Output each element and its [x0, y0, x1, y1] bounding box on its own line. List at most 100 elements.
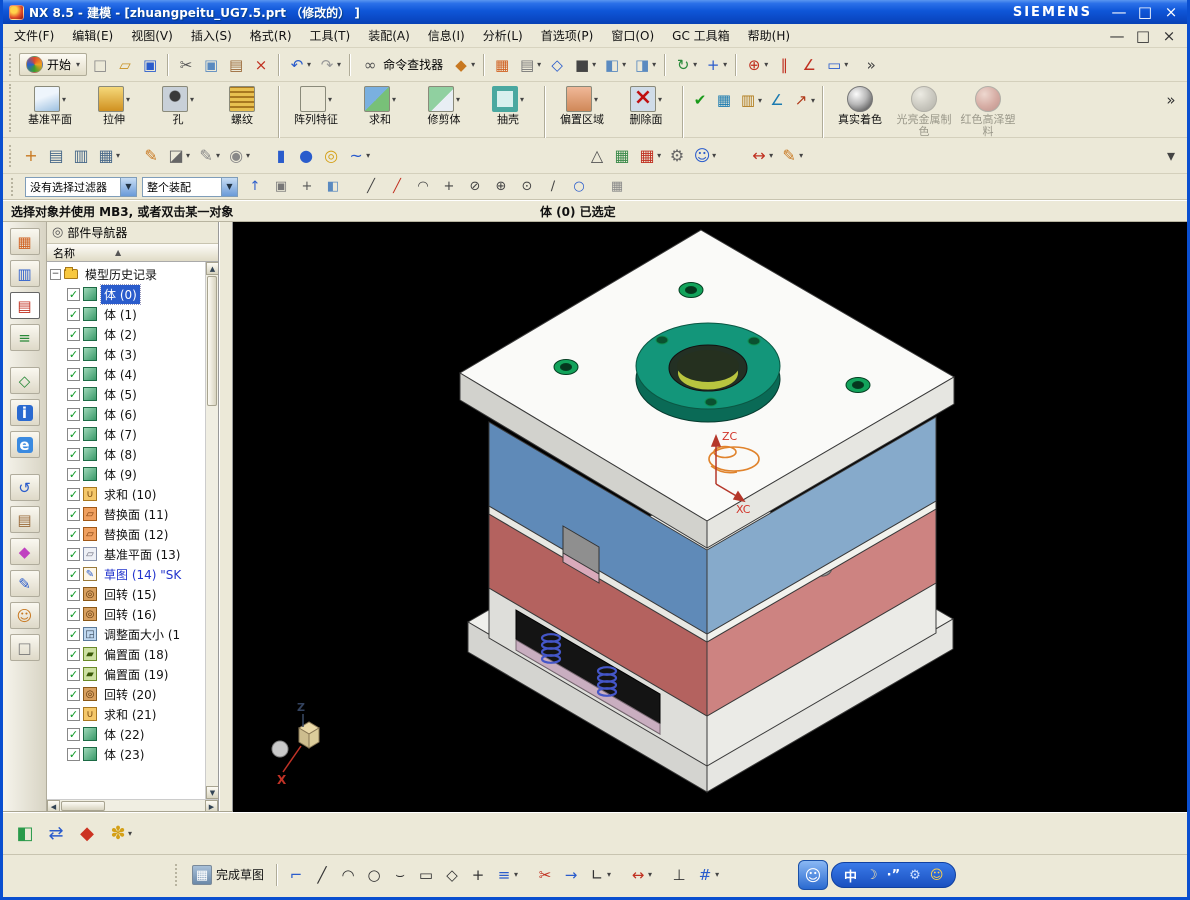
menu-item-12[interactable]: 帮助(H) — [739, 24, 799, 47]
scrollbar-thumb[interactable] — [207, 276, 217, 406]
tree-item[interactable]: ✓◎回转 (16) — [47, 604, 205, 624]
checkbox-checked-icon[interactable]: ✓ — [67, 408, 80, 421]
tree-item[interactable]: ✓体 (23) — [47, 744, 205, 764]
checkbox-checked-icon[interactable]: ✓ — [67, 328, 80, 341]
tree-item[interactable]: ✓体 (0) — [47, 284, 205, 304]
cylinder-tool-icon[interactable]: ▮ — [269, 142, 293, 170]
arc-icon[interactable]: ◠ — [336, 863, 360, 887]
snap-point-existing-icon[interactable]: ∕ — [541, 176, 565, 198]
minimize-button[interactable]: — — [1107, 0, 1131, 24]
tree-item[interactable]: ✓体 (5) — [47, 384, 205, 404]
toolbar-grip[interactable] — [9, 54, 13, 76]
quick-trim-icon[interactable]: ✂ — [533, 863, 557, 887]
checkbox-checked-icon[interactable]: ✓ — [67, 728, 80, 741]
checkbox-checked-icon[interactable]: ✓ — [67, 608, 80, 621]
grid-icon[interactable]: ▦ — [605, 176, 629, 198]
auto-constrain-icon[interactable]: #▾ — [693, 863, 722, 887]
checkbox-checked-icon[interactable]: ✓ — [67, 568, 80, 581]
tree-root-row[interactable]: − 模型历史记录 — [47, 264, 205, 284]
reuse-library-icon[interactable]: ≡ — [10, 324, 40, 351]
roles-icon[interactable]: ☺ — [10, 602, 40, 629]
sketch-tools-icon[interactable]: ✎ — [10, 570, 40, 597]
tree-item[interactable]: ✓▱替换面 (12) — [47, 524, 205, 544]
hd3d-tools-icon[interactable]: ◇ — [10, 367, 40, 394]
collapse-icon[interactable]: − — [50, 269, 61, 280]
edge-select-icon[interactable]: ╱ — [385, 176, 409, 198]
checkbox-checked-icon[interactable]: ✓ — [67, 448, 80, 461]
part-families-icon[interactable]: ▦▾ — [635, 142, 664, 170]
checkbox-checked-icon[interactable]: ✓ — [67, 368, 80, 381]
scroll-down-icon[interactable]: ▼ — [206, 786, 218, 799]
row3-overflow-caret[interactable]: ▾ — [1159, 142, 1183, 170]
tree-item[interactable]: ✓∪求和 (21) — [47, 704, 205, 724]
panel-resize-handle[interactable] — [219, 222, 233, 812]
create-body-icon[interactable]: ◧ — [13, 822, 37, 846]
constraint-navigator-icon[interactable]: ▥ — [10, 260, 40, 287]
checkbox-checked-icon[interactable]: ✓ — [67, 468, 80, 481]
tree-item[interactable]: ✓体 (22) — [47, 724, 205, 744]
vertical-scrollbar[interactable]: ▲ ▼ — [205, 262, 218, 799]
toolbar-grip[interactable] — [11, 178, 15, 196]
sphere-tool-icon[interactable]: ● — [294, 142, 318, 170]
checkbox-checked-icon[interactable]: ✓ — [67, 688, 80, 701]
curve-rule-icon[interactable]: ◠ — [411, 176, 435, 198]
roles-flower-icon[interactable]: ✽▾ — [106, 822, 135, 846]
checkbox-checked-icon[interactable]: ✓ — [67, 648, 80, 661]
tree-item[interactable]: ✓◎回转 (15) — [47, 584, 205, 604]
checkbox-checked-icon[interactable]: ✓ — [67, 388, 80, 401]
polygon-icon[interactable]: ◇ — [440, 863, 464, 887]
line-icon[interactable]: ╱ — [310, 863, 334, 887]
ime-item-2[interactable]: ·” — [887, 868, 900, 883]
ime-item-4[interactable]: ☺ — [930, 868, 944, 883]
checkbox-checked-icon[interactable]: ✓ — [67, 508, 80, 521]
ime-avatar-icon[interactable]: ☺ — [798, 860, 828, 890]
checkbox-checked-icon[interactable]: ✓ — [67, 668, 80, 681]
graphics-viewport[interactable]: ZC XC Z X — [233, 222, 1187, 812]
checkbox-checked-icon[interactable]: ✓ — [67, 708, 80, 721]
menu-item-3[interactable]: 插入(S) — [182, 24, 241, 47]
toolbar-grip[interactable] — [9, 145, 13, 167]
ime-item-3[interactable]: ⚙ — [909, 868, 921, 883]
mdi-close-button[interactable]: × — [1157, 24, 1181, 48]
name-column-header[interactable]: 名称 ▲ — [47, 244, 218, 262]
measure-distance-icon[interactable]: ↔▾ — [747, 142, 776, 170]
system-materials-icon[interactable]: ▤ — [10, 506, 40, 533]
dropdown-arrow-icon[interactable]: ▼ — [221, 178, 237, 196]
locating-ring-body[interactable] — [636, 323, 780, 422]
general-select-icon[interactable]: ╱ — [359, 176, 383, 198]
tree-item[interactable]: ✓✎草图 (14) "SK — [47, 564, 205, 584]
menu-item-10[interactable]: 窗口(O) — [602, 24, 663, 47]
dropdown-arrow-icon[interactable]: ▼ — [120, 178, 136, 196]
ime-item-0[interactable]: 中 — [844, 866, 857, 885]
menu-item-8[interactable]: 分析(L) — [474, 24, 532, 47]
make-corner-icon[interactable]: ∟▾ — [585, 863, 614, 887]
rectangle-icon[interactable]: ▭ — [414, 863, 438, 887]
quick-extend-icon[interactable]: → — [559, 863, 583, 887]
menu-item-9[interactable]: 首选项(P) — [532, 24, 603, 47]
edit-object-icon[interactable]: ✎▾ — [194, 142, 223, 170]
tree-item[interactable]: ✓体 (6) — [47, 404, 205, 424]
selection-filter-dropdown[interactable]: 没有选择过滤器 ▼ — [25, 177, 137, 197]
scrollbar-thumb[interactable] — [61, 801, 105, 811]
layer-category-icon[interactable]: ▦▾ — [94, 142, 123, 170]
tree-item[interactable]: ✓▱替换面 (11) — [47, 504, 205, 524]
snap-point-center-icon[interactable]: ⊕ — [489, 176, 513, 198]
scroll-up-icon[interactable]: ▲ — [206, 262, 218, 275]
horizontal-scrollbar[interactable]: ◀ ▶ — [47, 799, 218, 812]
checkbox-checked-icon[interactable]: ✓ — [67, 348, 80, 361]
object-display-icon[interactable]: ✎ — [139, 142, 163, 170]
title-bar[interactable]: NX 8.5 - 建模 - [zhuangpeitu_UG7.5.prt （修改… — [3, 0, 1187, 24]
select-all-icon[interactable]: ↑ — [243, 176, 267, 198]
point-icon[interactable]: + — [466, 863, 490, 887]
history-icon[interactable]: ↺ — [10, 474, 40, 501]
assembly-navigator-icon[interactable]: ▦ — [10, 228, 40, 255]
bookmark-icon[interactable]: ◆ — [75, 822, 99, 846]
checkbox-checked-icon[interactable]: ✓ — [67, 528, 80, 541]
tree-item[interactable]: ✓体 (1) — [47, 304, 205, 324]
datum-csys-icon[interactable]: + — [19, 142, 43, 170]
toolbar-grip[interactable] — [9, 84, 13, 132]
geometric-constraints-icon[interactable]: ⊥ — [667, 863, 691, 887]
checkbox-checked-icon[interactable]: ✓ — [67, 628, 80, 641]
mdi-minimize-button[interactable]: — — [1105, 24, 1129, 48]
facet-body-icon[interactable]: △ — [585, 142, 609, 170]
